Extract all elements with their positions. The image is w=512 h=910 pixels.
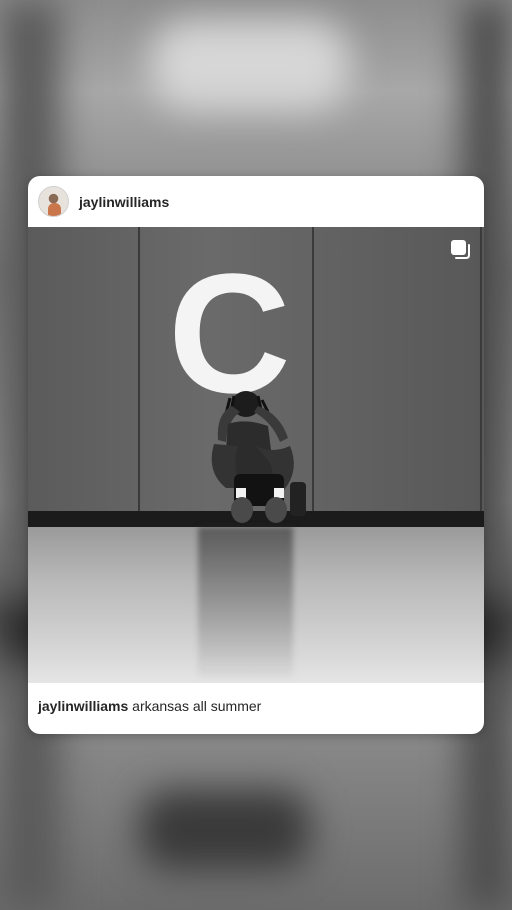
avatar[interactable] xyxy=(38,186,69,217)
carousel-icon xyxy=(451,240,470,259)
post-header[interactable]: jaylinwilliams xyxy=(28,176,484,227)
wall-seam xyxy=(480,227,482,513)
wall-seam xyxy=(138,227,140,513)
story-screen: jaylinwilliams C jaylinwilliams arkansas… xyxy=(0,0,512,910)
floor-reflection xyxy=(198,527,293,677)
post-photo[interactable]: C xyxy=(28,227,484,683)
shared-post-card[interactable]: jaylinwilliams C jaylinwilliams arkansas… xyxy=(28,176,484,734)
wall-seam xyxy=(312,227,314,513)
post-username[interactable]: jaylinwilliams xyxy=(79,194,169,210)
caption-text: arkansas all summer xyxy=(132,698,262,714)
post-caption: jaylinwilliams arkansas all summer xyxy=(38,698,261,714)
seated-player-figure xyxy=(211,391,306,523)
caption-username[interactable]: jaylinwilliams xyxy=(38,698,128,714)
